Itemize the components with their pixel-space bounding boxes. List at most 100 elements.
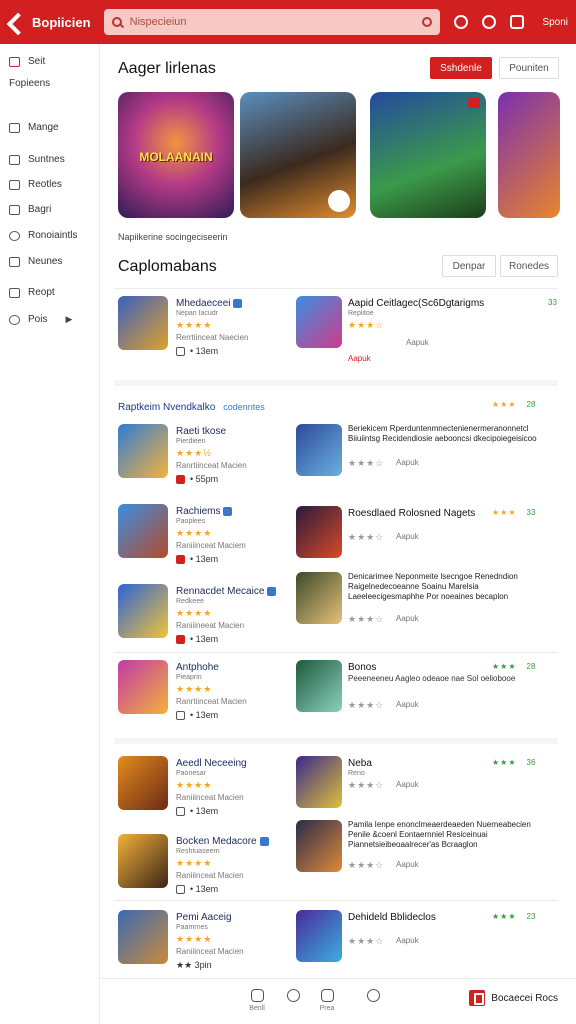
app-name: Rachiems bbox=[176, 506, 233, 517]
rating-stars: ★★★☆ bbox=[348, 532, 385, 542]
app-name: Bocken Medacore bbox=[176, 836, 269, 847]
sidebar-item-label: Bagri bbox=[28, 204, 52, 215]
app-name: Pemi Aaceig bbox=[176, 912, 232, 923]
sidebar-item-more[interactable]: Pois ▶ bbox=[9, 314, 72, 325]
app-subtitle: Peeeneeneu Aagleo odeaoe nae Sol oeliobo… bbox=[348, 674, 516, 683]
app-subtitle: Paonesar bbox=[176, 770, 206, 777]
search-box[interactable] bbox=[103, 9, 441, 35]
app-icon bbox=[296, 572, 342, 624]
bottom-nav-search[interactable] bbox=[358, 989, 388, 1005]
bottom-nav-info[interactable] bbox=[278, 989, 308, 1005]
secondary-button[interactable]: Pouniten bbox=[499, 57, 559, 79]
clock-icon bbox=[176, 806, 185, 816]
app-name: Roesdlaed Rolosned Nagets bbox=[348, 508, 476, 519]
sidebar-item-label: Suntnes bbox=[28, 154, 65, 165]
app-icon bbox=[118, 424, 168, 478]
search-input[interactable] bbox=[129, 16, 423, 28]
shield-icon[interactable] bbox=[510, 15, 525, 29]
bottom-nav-home[interactable]: Benll bbox=[242, 989, 272, 1012]
cta-label: Bocaecei Rocs bbox=[491, 992, 558, 1004]
app-name: Bonos bbox=[348, 662, 377, 673]
sidebar-item-notes[interactable]: Neunes bbox=[9, 256, 62, 267]
app-caption: Aapuk bbox=[396, 532, 419, 541]
app-icon bbox=[118, 296, 168, 350]
rating-stars: ★★★½ bbox=[176, 448, 212, 458]
rating-stars: ★★★★ bbox=[176, 934, 213, 944]
app-meta: • 55pm bbox=[176, 474, 218, 484]
list-item[interactable]: Pemi Aaceig Paamrnes ★★★★ Raniiinceat Ma… bbox=[118, 910, 294, 974]
search-icon[interactable] bbox=[454, 15, 469, 29]
bottom-nav-chat[interactable]: Prea bbox=[312, 989, 342, 1012]
app-icon bbox=[118, 756, 168, 810]
featured-note: Napiikerine socingeciseerin bbox=[118, 232, 228, 242]
app-icon bbox=[296, 506, 342, 558]
rating-badge: ★★★ 28 bbox=[492, 400, 536, 409]
sidebar-item-library[interactable]: Reotles bbox=[9, 179, 62, 190]
list-item[interactable]: Antphohe Pieaprin ★★★★ Ranrtiinceat Maci… bbox=[118, 660, 294, 724]
verified-icon bbox=[223, 506, 233, 516]
book-icon bbox=[9, 179, 20, 190]
sidebar-item-favorites[interactable]: Fopieens bbox=[9, 78, 50, 89]
notifications-icon[interactable] bbox=[482, 15, 497, 29]
brand[interactable]: Bopiicien bbox=[8, 13, 100, 31]
featured-banner[interactable]: MOLAANAIN bbox=[118, 92, 234, 218]
app-meta: • 13em bbox=[176, 346, 218, 356]
search-icon bbox=[366, 989, 380, 1002]
badge-icon bbox=[468, 98, 480, 108]
list-item[interactable]: Aapid Ceitlagec(Sc6Dgtarigms Repiitoe ★★… bbox=[296, 296, 558, 363]
voice-search-icon[interactable] bbox=[422, 17, 433, 27]
filter-button[interactable]: Denpar bbox=[442, 255, 496, 277]
video-icon bbox=[176, 554, 185, 564]
app-subtitle: Pierdieen bbox=[176, 438, 206, 445]
sidebar-item-label: Ronoiaintls bbox=[28, 230, 78, 241]
rating-stars: ★★★★ bbox=[176, 684, 213, 694]
banner-label: MOLAANAIN bbox=[139, 150, 213, 164]
list-item[interactable]: Rachiems Paoplees ★★★★ Raniiinceat Macie… bbox=[118, 504, 294, 568]
app-description: Beriekicem Rperduntenmnectenienermeranon… bbox=[348, 424, 537, 443]
app-caption: Aapuk bbox=[406, 338, 429, 347]
clock-icon bbox=[176, 710, 185, 720]
gift-icon bbox=[9, 287, 20, 298]
app-caption: Aapuk bbox=[396, 936, 419, 945]
sidebar-item-cards[interactable]: Bagri bbox=[9, 204, 51, 215]
rating-stars: ★★★★ bbox=[176, 780, 213, 790]
sidebar-item-apps[interactable]: Mange bbox=[9, 122, 59, 133]
list-item[interactable]: Aeedl Neceeing Paonesar ★★★★ Raniiinceat… bbox=[118, 756, 294, 820]
developer: Ranrtiinceat Macien bbox=[176, 697, 247, 706]
primary-button[interactable]: Sshdenle bbox=[430, 57, 492, 79]
list-item[interactable]: Mhedaeceei Nepan Iacudr ★★★★ Rerrtiincea… bbox=[118, 296, 294, 360]
list-item[interactable]: Beriekicem Rperduntenmnectenienermeranon… bbox=[296, 424, 558, 488]
rating-stars: ★★★★ bbox=[176, 320, 213, 330]
header-link[interactable]: Sponi bbox=[542, 17, 568, 28]
developer: Raniiinceat Macien bbox=[176, 947, 244, 956]
featured-banner[interactable] bbox=[498, 92, 560, 218]
bottom-nav: Benll Prea Bocaecei Rocs bbox=[100, 978, 576, 1024]
list-item[interactable]: Bocken Medacore Reshtuaseern ★★★★ Raniii… bbox=[118, 834, 294, 898]
list-item[interactable]: Pamila Ienpe enonclmeaerdeaeden Nuerneab… bbox=[296, 820, 558, 884]
app-icon bbox=[118, 504, 168, 558]
sidebar-item-history[interactable]: Ronoiaintls bbox=[9, 230, 77, 241]
rating-badge: ★★★ 28 bbox=[492, 662, 536, 671]
bottom-cta[interactable]: Bocaecei Rocs bbox=[469, 989, 558, 1007]
category-line[interactable]: Raptkeim Nvendkalko codenntes bbox=[118, 402, 265, 413]
rating-stars: ★★★☆ bbox=[348, 780, 385, 790]
developer: Raniiinceat Macien bbox=[176, 871, 244, 880]
app-name: Antphohe bbox=[176, 662, 219, 673]
sidebar-item-rewards[interactable]: Reopt bbox=[9, 287, 55, 298]
developer: Raniiinceat Macien bbox=[176, 793, 244, 802]
sort-button[interactable]: Ronedes bbox=[500, 255, 558, 277]
home-icon bbox=[9, 56, 20, 67]
sidebar-item-notifications[interactable]: Suntnes bbox=[9, 154, 65, 165]
header-actions: Sponi bbox=[454, 15, 568, 29]
featured-banner[interactable] bbox=[370, 92, 486, 218]
list-item[interactable]: Denicarimee Neponmeite lsecngoe Renedndi… bbox=[296, 572, 558, 636]
app-subtitle: Paamrnes bbox=[176, 924, 208, 931]
featured-banner[interactable] bbox=[240, 92, 356, 218]
sidebar-item-home[interactable]: Seit bbox=[9, 56, 45, 67]
list-item[interactable]: Raeti tkose Pierdieen ★★★½ Ranrtiinceat … bbox=[118, 424, 294, 488]
clock-icon bbox=[9, 230, 20, 241]
divider bbox=[114, 288, 558, 289]
list-item[interactable]: Rennacdet Mecaice Redkeee ★★★★ Raniiinee… bbox=[118, 584, 294, 648]
app-icon bbox=[296, 756, 342, 808]
app-icon bbox=[296, 820, 342, 872]
